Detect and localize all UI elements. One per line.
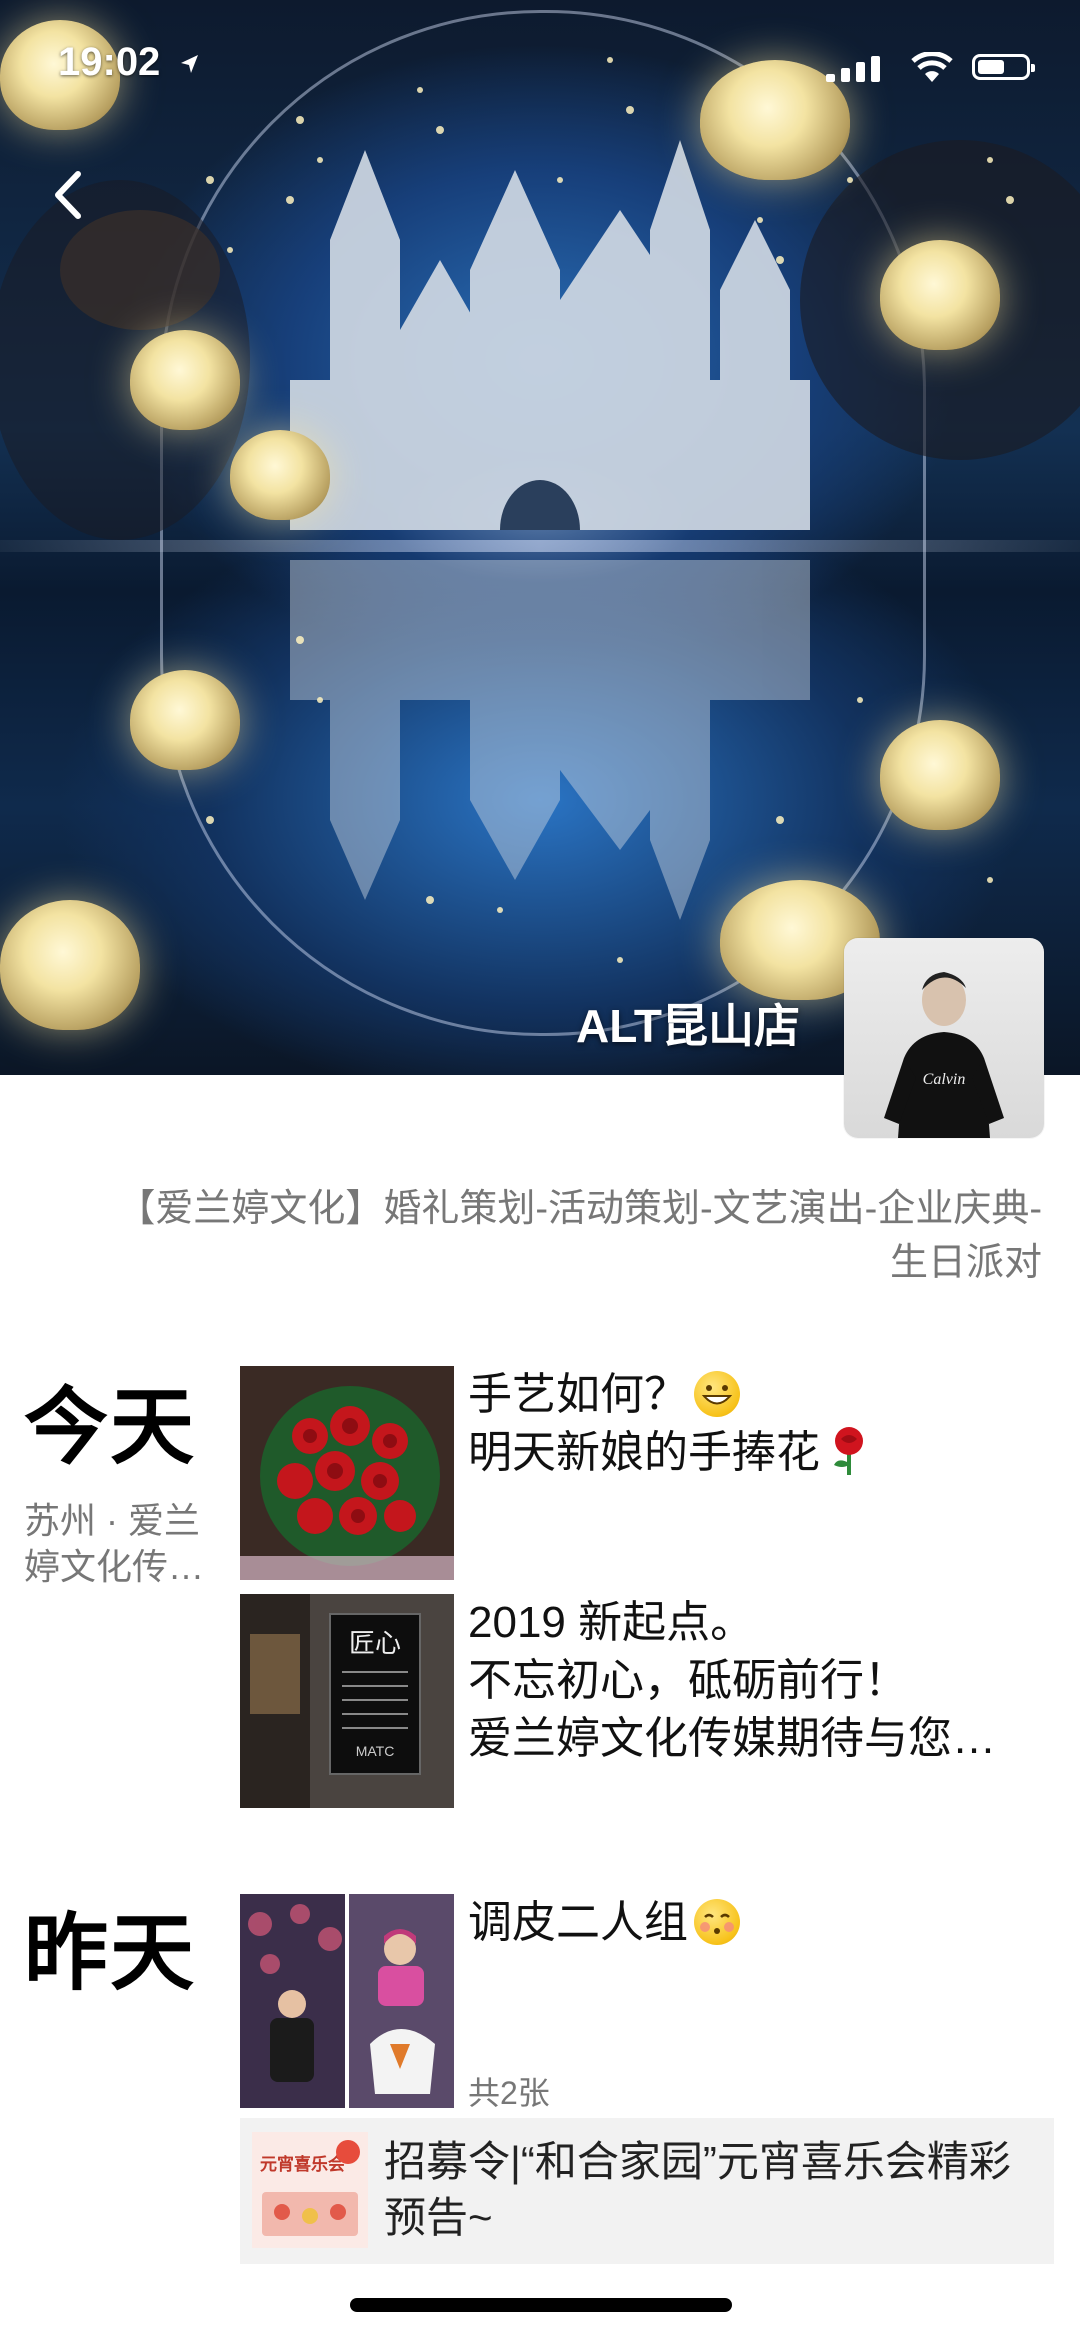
profile-signature: 【爱兰婷文化】婚礼策划-活动策划-文艺演出-企业庆典-生日派对 (117, 1188, 1042, 1284)
post-caption[interactable]: 手艺如何？ 明天新娘的手捧花 (468, 1366, 1048, 1482)
battery-icon (972, 54, 1035, 80)
post-caption-line: 调皮二人组 (468, 1898, 688, 1947)
avatar-person-photo: Calvin (884, 972, 1004, 1138)
post-caption-line: 爱兰婷文化传媒期待与您… (468, 1714, 996, 1763)
bouquet-photo (240, 1366, 454, 1580)
day-label-yesterday: 昨天 (24, 1906, 197, 2000)
location-arrow-icon (181, 55, 198, 73)
day-label-today: 今天 (24, 1380, 197, 1474)
shared-article-card[interactable]: 元宵喜乐会 招募令|“和合家园”元宵喜乐会精彩预告~ (240, 2118, 1054, 2264)
post-caption[interactable]: 2019 新起点。 不忘初心，砥砺前行！ 爱兰婷文化传媒期待与您… (468, 1594, 1048, 1768)
sign-title-text: 匠心 (349, 1629, 401, 1659)
post-thumbnail-bouquet[interactable] (240, 1366, 454, 1580)
photo-count: 共2张 (468, 2075, 550, 2111)
post-caption-line: 2019 新起点。 (468, 1598, 755, 1647)
store-name: ALT昆山店 (575, 1000, 800, 1052)
cover-photo[interactable] (0, 0, 1080, 1075)
blush-emoji-icon (694, 1899, 740, 1945)
back-chevron-icon[interactable] (40, 160, 100, 230)
wifi-icon (911, 52, 953, 82)
grin-emoji-icon (694, 1371, 740, 1417)
svg-text:Calvin: Calvin (923, 1071, 966, 1088)
post-caption-line: 手艺如何？ (468, 1370, 688, 1419)
shared-article-thumbnail: 元宵喜乐会 (252, 2132, 368, 2248)
status-bar: 19:02 (0, 0, 1080, 130)
avatar[interactable]: Calvin (844, 938, 1044, 1138)
home-indicator[interactable] (350, 2298, 732, 2312)
post-thumbnail-duo[interactable] (240, 1894, 454, 2108)
fairy-lights (206, 57, 1014, 963)
post-caption-line: 明天新娘的手捧花 (468, 1428, 820, 1477)
shared-thumb-title: 元宵喜乐会 (260, 2154, 345, 2175)
duo-photo (240, 1894, 454, 2108)
post-location[interactable]: 苏州 · 爱兰婷文化传… (24, 1498, 224, 1590)
shared-article-title: 招募令|“和合家园”元宵喜乐会精彩预告~ (384, 2138, 1011, 2241)
sign-brand-text: MATC (356, 1743, 395, 1759)
post-caption-line: 不忘初心，砥砺前行！ (468, 1656, 908, 1705)
rose-emoji-icon (826, 1425, 872, 1477)
battery-level (978, 60, 1004, 74)
signal-icon (826, 56, 880, 82)
post-caption[interactable]: 调皮二人组 (468, 1894, 1048, 1952)
status-time: 19:02 (58, 40, 161, 84)
sign-photo: 匠心 MATC (240, 1594, 454, 1808)
post-thumbnail-sign[interactable]: 匠心 MATC (240, 1594, 454, 1808)
